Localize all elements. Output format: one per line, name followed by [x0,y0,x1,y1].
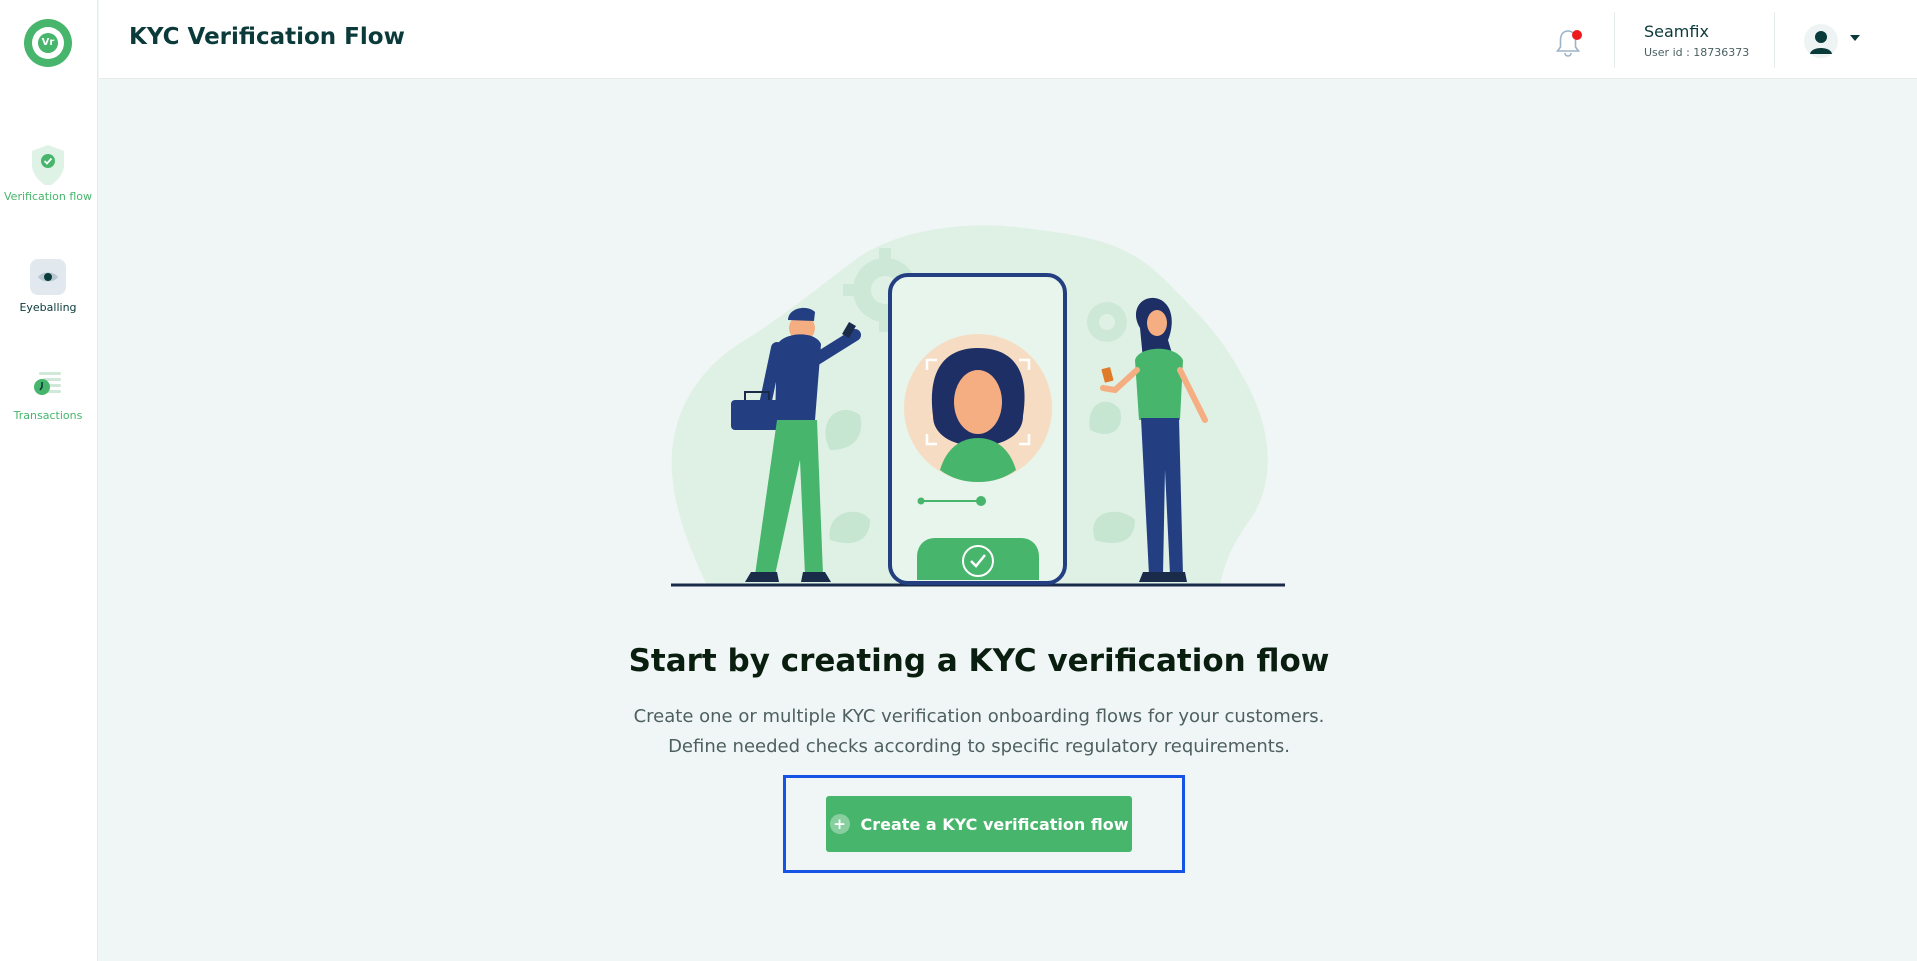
sidebar-item-label: Eyeballing [19,301,77,314]
eye-icon [30,259,66,295]
logo-text: Vr [38,33,58,53]
plus-circle-icon: + [829,814,850,834]
user-avatar-icon [1810,31,1832,54]
sidebar-item-transactions[interactable]: Transactions [0,366,96,422]
empty-state-description: Define needed checks according to specif… [668,736,1290,757]
sidebar-item-eyeballing[interactable]: Eyeballing [0,258,96,314]
empty-state-heading: Start by creating a KYC verification flo… [628,643,1330,679]
notification-badge [1572,30,1582,40]
sidebar-item-label: Transactions [13,409,83,422]
sidebar-item-label: Verification flow [4,190,92,203]
page-title: KYC Verification Flow [129,24,405,50]
app-logo[interactable]: Vr [24,19,72,67]
notifications-button[interactable] [1554,26,1582,58]
header-divider [1774,12,1775,68]
empty-state-description: Create one or multiple KYC verification … [633,706,1325,727]
transactions-icon [34,372,61,395]
create-kyc-flow-label: Create a KYC verification flow [860,814,1129,834]
top-header: KYC Verification Flow Seamfix User id : … [99,0,1917,79]
header-divider [1614,12,1615,68]
user-id: User id : 18736373 [1644,46,1750,59]
sidebar: Vr Verification flow Eyeballing Transact… [0,0,98,961]
create-kyc-flow-button[interactable]: + Create a KYC verification flow [826,796,1132,852]
sidebar-item-verification-flow[interactable]: Verification flow [0,139,96,203]
chevron-down-icon[interactable] [1848,33,1862,43]
shield-check-icon [32,145,64,185]
user-name: Seamfix [1644,22,1709,41]
avatar[interactable] [1804,24,1838,58]
kyc-illustration [671,225,1285,587]
